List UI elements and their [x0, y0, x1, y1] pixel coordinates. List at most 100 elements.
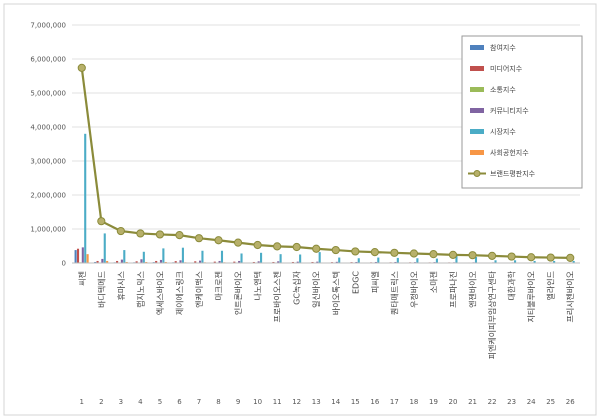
x-category-label: 지티불루바이오 [526, 271, 536, 323]
x-rank-label: 21 [468, 398, 477, 406]
x-rank-label: 2 [99, 398, 103, 406]
brand-index-point [253, 240, 262, 250]
legend-label: 사회공헌지수 [490, 148, 529, 157]
y-tick-label: 0 [62, 260, 66, 268]
bar [76, 248, 80, 263]
x-rank-label: 15 [351, 398, 360, 406]
x-category-label: GC녹십자 [293, 270, 302, 305]
x-category-label: 프리시젠바이오 [565, 271, 575, 323]
x-rank-label: 25 [546, 398, 555, 406]
x-rank-label: 10 [253, 398, 262, 406]
y-tick-label: 6,000,000 [30, 56, 66, 64]
x-category-label: 휴마시스 [117, 271, 126, 300]
x-category-label: EDGC [351, 271, 360, 294]
x-rank-label: 26 [566, 398, 575, 406]
brand-index-point [292, 242, 301, 252]
x-category-label: 대한과학 [507, 270, 517, 300]
x-rank-label: 13 [312, 398, 321, 406]
legend-swatch [470, 66, 484, 71]
legend: 참여지수미디어지수소통지수커뮤니티지수시장지수사회공헌지수브랜드평판지수 [461, 35, 583, 189]
bar [84, 133, 87, 263]
legend-label: 시장지수 [490, 127, 516, 136]
chart: 0 1,000,000 2,000,000 3,000,000 4,000,000 5,0… [3, 3, 597, 416]
brand-index-point [527, 253, 536, 262]
x-category-label: 제이에스링크 [174, 271, 184, 315]
bar [260, 252, 263, 263]
x-category-label: 엑세스바이오 [155, 271, 165, 315]
legend-line-marker [473, 170, 481, 177]
bar [279, 254, 282, 263]
bar [435, 258, 438, 263]
x-category-label: 피씨엘 [370, 271, 380, 293]
brand-index-point [155, 230, 165, 239]
brand-index-point [312, 244, 321, 253]
legend-label: 소통지수 [490, 85, 516, 94]
x-category-label: 우정바이오 [409, 271, 419, 308]
brand-index-point [487, 251, 497, 260]
x-rank-label: 18 [409, 398, 418, 406]
bar [162, 248, 165, 263]
x-category-label: 피엔케이피부임상연구센타 [487, 270, 497, 359]
x-category-label: 마크로젠 [215, 271, 224, 300]
bar [220, 250, 224, 263]
bar [101, 258, 104, 263]
brand-index-point [409, 249, 419, 258]
x-category-label: 랩지노믹스 [135, 271, 145, 308]
x-rank-label: 16 [370, 398, 379, 406]
brand-index-point [448, 250, 458, 259]
brand-index-point [116, 226, 125, 236]
bar [318, 252, 321, 263]
bar [120, 259, 123, 263]
bar [74, 250, 77, 263]
x-category-label: 씨젠 [78, 271, 87, 286]
x-category-label: 바디텍메드 [96, 271, 106, 308]
brand-index-point [429, 250, 438, 259]
brand-index-point [136, 229, 145, 238]
legend-swatch [470, 108, 484, 113]
brand-index-point [468, 251, 477, 260]
x-category-label: 엔젠바이오 [468, 271, 478, 308]
x-rank-label: 12 [292, 398, 301, 406]
y-tick-label: 5,000,000 [30, 90, 66, 98]
brand-index-point [331, 245, 340, 255]
y-tick-label: 7,000,000 [30, 22, 66, 30]
x-category-label: 바이오톡스텍 [331, 271, 341, 315]
brand-index-point [233, 238, 243, 247]
y-tick-label: 2,000,000 [30, 192, 66, 200]
x-rank-label: 8 [216, 398, 220, 406]
brand-index-point [351, 247, 360, 256]
brand-index-point [214, 236, 223, 245]
x-category-label: 소마젠 [429, 271, 438, 293]
y-tick-label: 3,000,000 [30, 158, 66, 166]
brand-index-point [77, 63, 86, 72]
x-category-label: 엔케이맥스 [194, 271, 204, 308]
brand-index-point [566, 253, 575, 262]
x-rank-label: 5 [158, 398, 162, 406]
x-rank-label: 14 [331, 398, 340, 406]
bar [81, 247, 84, 263]
legend-label: 커뮤니티지수 [490, 106, 529, 115]
brand-index-point [370, 248, 379, 257]
bar [299, 254, 302, 263]
y-tick-label: 4,000,000 [30, 124, 66, 132]
brand-index-point [194, 234, 204, 243]
bar [377, 257, 380, 263]
x-rank-label: 6 [177, 398, 182, 406]
x-rank-label: 17 [390, 398, 399, 406]
x-rank-label: 9 [236, 398, 240, 406]
bar [201, 250, 204, 263]
x-category-label: 퀀타매트릭스 [389, 271, 399, 315]
bar [416, 258, 419, 263]
x-category-label: 프로바이오스젠 [272, 271, 282, 323]
x-category-label: 프로파나진 [448, 271, 458, 308]
x-rank-label: 11 [273, 398, 282, 406]
bar [181, 247, 184, 263]
x-category-label: 인트론바이오 [233, 271, 243, 315]
legend-swatch [470, 45, 484, 50]
x-rank-label: 3 [119, 398, 123, 406]
brand-index-point [97, 217, 106, 226]
x-rank-label: 19 [429, 398, 438, 406]
x-rank-label: 4 [138, 398, 143, 406]
brand-index-point [546, 253, 555, 262]
x-rank-label: 20 [449, 398, 458, 406]
